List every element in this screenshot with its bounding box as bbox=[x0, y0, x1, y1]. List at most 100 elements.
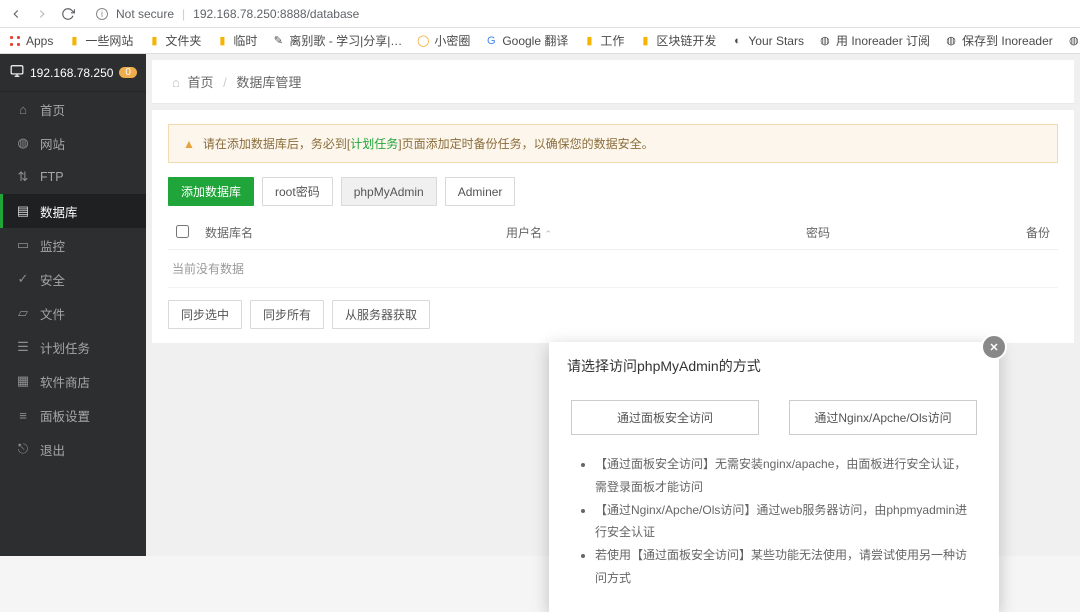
bookmark-label: 小密圈 bbox=[434, 32, 470, 49]
schedule-icon: ☰ bbox=[16, 340, 30, 354]
bookmark-label: 一些网站 bbox=[85, 32, 133, 49]
security-status: Not secure bbox=[116, 7, 174, 21]
bookmark-item[interactable]: ▮区块链开发 bbox=[638, 32, 716, 49]
sidebar-item-files[interactable]: ▱ 文件 bbox=[0, 296, 146, 330]
globe-icon: ◍ bbox=[1067, 34, 1080, 48]
th-name[interactable]: 数据库名 bbox=[197, 216, 498, 250]
add-database-button[interactable]: 添加数据库 bbox=[168, 177, 254, 206]
sidebar-item-label: 首页 bbox=[40, 100, 65, 119]
sync-all-button[interactable]: 同步所有 bbox=[250, 300, 324, 329]
root-password-button[interactable]: root密码 bbox=[262, 177, 333, 206]
sidebar-item-store[interactable]: ▦ 软件商店 bbox=[0, 364, 146, 398]
sidebar-item-database[interactable]: ▤数据库 bbox=[0, 194, 146, 228]
sidebar-item-cron[interactable]: ☰ 计划任务 bbox=[0, 330, 146, 364]
settings-icon: ≡ bbox=[16, 408, 30, 422]
sidebar-item-security[interactable]: ✓ 安全 bbox=[0, 262, 146, 296]
github-icon: ◐ bbox=[730, 34, 744, 48]
gtranslate-icon: G bbox=[484, 34, 498, 48]
browser-toolbar: i Not secure | 192.168.78.250:8888/datab… bbox=[0, 0, 1080, 28]
sync-toolbar: 同步选中 同步所有 从服务器获取 bbox=[168, 300, 1058, 329]
sidebar-item-settings[interactable]: ≡ 面板设置 bbox=[0, 398, 146, 432]
bookmark-label: Google 翻译 bbox=[502, 32, 568, 49]
alert-text: ]页面添加定时备份任务，以确保您的数据安全。 bbox=[398, 137, 653, 151]
host-icon bbox=[10, 64, 24, 81]
ftp-icon: ⇅ bbox=[16, 170, 30, 184]
adminer-button[interactable]: Adminer bbox=[445, 177, 516, 206]
modal-tip: 【通过面板安全访问】无需安装nginx/apache，由面板进行安全认证，需登录… bbox=[595, 453, 977, 499]
sidebar-item-logout[interactable]: ⎋ 退出 bbox=[0, 432, 146, 466]
sidebar: 192.168.78.250 0 ⌂首页 ◍网站 ⇅ FTP ▤数据库 ▭监控 ✓… bbox=[0, 54, 146, 556]
modal-close-button[interactable] bbox=[981, 334, 1007, 360]
url-text[interactable]: 192.168.78.250:8888/database bbox=[193, 7, 359, 21]
bookmark-apps[interactable]: Apps bbox=[8, 34, 53, 48]
sidebar-item-monitor[interactable]: ▭监控 bbox=[0, 228, 146, 262]
backup-alert: ▲ 请在添加数据库后，务必到[计划任务]页面添加定时备份任务，以确保您的数据安全… bbox=[168, 124, 1058, 163]
sidebar-item-label: FTP bbox=[40, 170, 64, 184]
exit-icon: ⎋ bbox=[16, 442, 30, 456]
folder-icon: ▮ bbox=[638, 34, 652, 48]
database-icon: ▤ bbox=[16, 204, 30, 218]
bookmark-item[interactable]: ▮工作 bbox=[582, 32, 624, 49]
empty-state: 当前没有数据 bbox=[168, 250, 1058, 288]
bookmark-item[interactable]: G Google 翻译 bbox=[484, 32, 568, 49]
reload-icon[interactable] bbox=[60, 6, 76, 22]
bookmark-label: 用 Inoreader 订阅 bbox=[836, 32, 930, 49]
bookmark-item[interactable]: ✎离别歌 - 学习|分享|… bbox=[271, 32, 402, 49]
nav-back-icon[interactable] bbox=[8, 6, 24, 22]
modal-tips: 【通过面板安全访问】无需安装nginx/apache，由面板进行安全认证，需登录… bbox=[571, 453, 977, 590]
th-backup[interactable]: 备份 bbox=[978, 216, 1058, 250]
sidebar-item-label: 安全 bbox=[40, 270, 65, 289]
access-via-nginx-button[interactable]: 通过Nginx/Apche/Ols访问 bbox=[789, 400, 977, 435]
phpmyadmin-access-modal: 请选择访问phpMyAdmin的方式 通过面板安全访问 通过Nginx/Apch… bbox=[549, 342, 999, 612]
bookmark-item[interactable]: ▮临时 bbox=[215, 32, 257, 49]
database-panel: ▲ 请在添加数据库后，务必到[计划任务]页面添加定时备份任务，以确保您的数据安全… bbox=[152, 110, 1074, 343]
sidebar-item-home[interactable]: ⌂首页 bbox=[0, 92, 146, 126]
home-icon: ⌂ bbox=[172, 75, 180, 90]
fetch-from-server-button[interactable]: 从服务器获取 bbox=[332, 300, 430, 329]
bookmark-label: 工作 bbox=[600, 32, 624, 49]
access-via-panel-button[interactable]: 通过面板安全访问 bbox=[571, 400, 759, 435]
sidebar-item-label: 文件 bbox=[40, 304, 65, 323]
toolbar: 添加数据库 root密码 phpMyAdmin Adminer bbox=[168, 177, 1058, 206]
modal-title: 请选择访问phpMyAdmin的方式 bbox=[549, 342, 999, 390]
sync-selected-button[interactable]: 同步选中 bbox=[168, 300, 242, 329]
notification-badge[interactable]: 0 bbox=[119, 67, 137, 78]
th-pwd[interactable]: 密码 bbox=[798, 216, 978, 250]
phpmyadmin-button[interactable]: phpMyAdmin bbox=[341, 177, 437, 206]
apps-grid-icon bbox=[8, 34, 22, 48]
bookmark-item[interactable]: ▮ 一些网站 bbox=[67, 32, 133, 49]
sidebar-item-label: 计划任务 bbox=[40, 338, 90, 357]
sidebar-item-label: 软件商店 bbox=[40, 372, 90, 391]
appstore-icon: ▦ bbox=[16, 374, 30, 388]
site-icon: ✎ bbox=[271, 34, 285, 48]
bookmark-item[interactable]: ◍增加到Sec-News bbox=[1067, 32, 1080, 49]
shield-icon: ✓ bbox=[16, 272, 30, 286]
breadcrumb-home[interactable]: 首页 bbox=[187, 75, 213, 90]
bookmark-item[interactable]: ◯ 小密圈 bbox=[416, 32, 470, 49]
host-ip: 192.168.78.250 bbox=[30, 66, 113, 80]
folder-icon: ▮ bbox=[67, 34, 81, 48]
modal-tip: 【通过Nginx/Apche/Ols访问】通过web服务器访问，由phpmyad… bbox=[595, 499, 977, 545]
bookmark-label: 保存到 Inoreader bbox=[962, 32, 1053, 49]
nav-forward-icon[interactable] bbox=[34, 6, 50, 22]
sidebar-item-site[interactable]: ◍网站 bbox=[0, 126, 146, 160]
sidebar-item-label: 监控 bbox=[40, 236, 65, 255]
bookmark-label: Your Stars bbox=[748, 34, 804, 48]
th-user[interactable]: 用户名 bbox=[498, 216, 798, 250]
sidebar-item-label: 面板设置 bbox=[40, 406, 90, 425]
bookmark-label: Apps bbox=[26, 34, 53, 48]
circle-icon: ◯ bbox=[416, 34, 430, 48]
select-all-checkbox[interactable] bbox=[176, 225, 189, 238]
alert-link[interactable]: 计划任务 bbox=[350, 137, 398, 151]
globe-icon: ◍ bbox=[944, 34, 958, 48]
sidebar-item-label: 退出 bbox=[40, 440, 65, 459]
site-info-icon[interactable]: i bbox=[96, 8, 108, 20]
bookmark-item[interactable]: ◍ 保存到 Inoreader bbox=[944, 32, 1053, 49]
folder-icon: ▱ bbox=[16, 306, 30, 320]
bookmark-item[interactable]: ◍用 Inoreader 订阅 bbox=[818, 32, 930, 49]
alert-text: 请在添加数据库后，务必到[ bbox=[203, 137, 350, 151]
sidebar-item-ftp[interactable]: ⇅ FTP bbox=[0, 160, 146, 194]
globe-icon: ◍ bbox=[16, 136, 30, 150]
bookmark-item[interactable]: ◐ Your Stars bbox=[730, 34, 804, 48]
bookmark-item[interactable]: ▮文件夹 bbox=[147, 32, 201, 49]
